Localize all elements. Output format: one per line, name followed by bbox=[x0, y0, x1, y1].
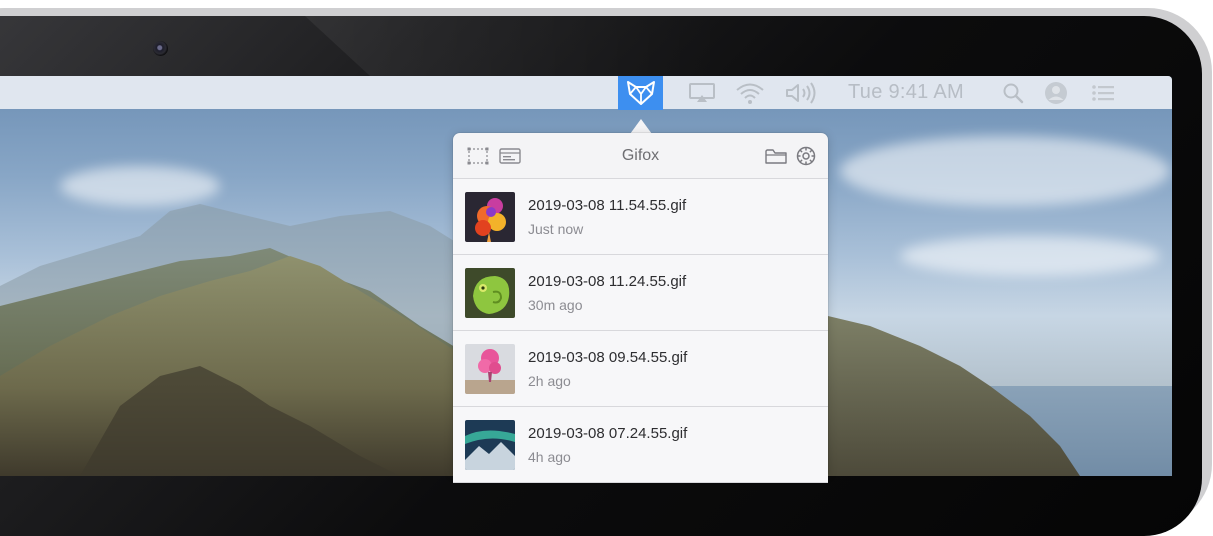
folder-icon[interactable] bbox=[764, 145, 788, 167]
popover-header: Gifox bbox=[453, 133, 828, 179]
popover-arrow bbox=[630, 119, 652, 134]
gifox-menubar-button[interactable] bbox=[618, 76, 663, 110]
bezel-reflection bbox=[305, 16, 725, 78]
menubar-clock[interactable]: Tue 9:41 AM bbox=[848, 76, 964, 109]
list-item[interactable]: 2019-03-08 07.24.55.gif 4h ago bbox=[453, 407, 828, 483]
list-item[interactable]: 2019-03-08 11.24.55.gif 30m ago bbox=[453, 255, 828, 331]
pink-smoke-thumbnail bbox=[465, 344, 515, 394]
list-item[interactable]: 2019-03-08 09.54.55.gif 2h ago bbox=[453, 331, 828, 407]
notification-list-icon[interactable] bbox=[1090, 76, 1116, 109]
gifox-fox-icon bbox=[626, 81, 655, 105]
spotlight-search-icon[interactable] bbox=[1001, 76, 1025, 109]
recordings-list: 2019-03-08 11.54.55.gif Just now 2019-03… bbox=[453, 179, 828, 483]
user-avatar-icon[interactable] bbox=[1043, 76, 1069, 109]
settings-gear-icon[interactable] bbox=[794, 145, 818, 167]
file-time: Just now bbox=[528, 221, 584, 237]
file-time: 30m ago bbox=[528, 297, 583, 313]
file-name: 2019-03-08 11.54.55.gif bbox=[528, 197, 687, 214]
wifi-icon[interactable] bbox=[733, 76, 767, 109]
gifox-popover: Gifox 2019-03-08 11.54.55.gif Just now 2… bbox=[453, 133, 828, 483]
camera-icon bbox=[153, 41, 168, 56]
airplay-icon[interactable] bbox=[687, 76, 717, 109]
popover-title: Gifox bbox=[621, 146, 660, 164]
volume-icon[interactable] bbox=[784, 76, 818, 109]
colorful-smoke-thumbnail bbox=[465, 192, 515, 242]
window-capture-icon[interactable] bbox=[498, 145, 522, 167]
file-name: 2019-03-08 09.54.55.gif bbox=[528, 349, 688, 366]
list-item[interactable]: 2019-03-08 11.54.55.gif Just now bbox=[453, 179, 828, 255]
selection-capture-icon[interactable] bbox=[466, 145, 490, 167]
file-time: 4h ago bbox=[528, 449, 571, 465]
aurora-mountain-thumbnail bbox=[465, 420, 515, 470]
file-name: 2019-03-08 11.24.55.gif bbox=[528, 273, 687, 290]
file-name: 2019-03-08 07.24.55.gif bbox=[528, 425, 688, 442]
menu-bar: Tue 9:41 AM bbox=[0, 76, 1172, 110]
chameleon-thumbnail bbox=[465, 268, 515, 318]
file-time: 2h ago bbox=[528, 373, 571, 389]
